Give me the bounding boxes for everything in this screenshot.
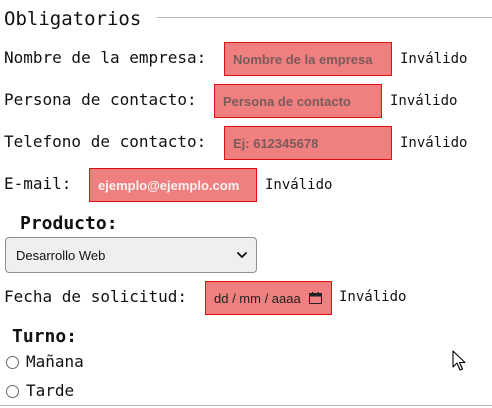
product-heading: Producto: (20, 213, 118, 234)
contact-person-input[interactable]: Persona de contacto (214, 84, 382, 118)
phone-label: Telefono de contacto: (4, 132, 207, 151)
contact-person-invalid: Inválido (390, 93, 458, 109)
fieldset-legend: Obligatorios (4, 8, 142, 30)
calendar-icon[interactable] (308, 292, 322, 304)
email-invalid: Inválido (265, 177, 333, 193)
request-date-label: Fecha de solicitud: (4, 287, 188, 306)
request-date-placeholder: dd / mm / aaaa (214, 290, 301, 306)
phone-invalid: Inválido (400, 135, 468, 151)
chevron-down-icon (237, 252, 247, 258)
fieldset-border-bottom (0, 405, 492, 406)
shift-morning-radio[interactable] (6, 356, 19, 369)
contact-person-label: Persona de contacto: (4, 90, 197, 109)
shift-heading: Turno: (12, 326, 78, 347)
email-label: E-mail: (4, 174, 72, 193)
product-select[interactable]: Desarrollo Web (5, 237, 257, 273)
company-name-invalid: Inválido (400, 51, 468, 67)
mouse-cursor-icon (452, 350, 466, 371)
email-input[interactable]: ejemplo@ejemplo.com (89, 168, 257, 202)
shift-afternoon-label: Tarde (26, 381, 75, 400)
fieldset-border-top (157, 17, 492, 18)
request-date-input[interactable]: dd / mm / aaaa (205, 281, 332, 315)
shift-morning-label: Mañana (26, 352, 84, 371)
product-select-value: Desarrollo Web (16, 247, 106, 263)
company-name-label: Nombre de la empresa: (4, 48, 207, 67)
company-name-input[interactable]: Nombre de la empresa (224, 42, 392, 76)
request-date-invalid: Inválido (339, 289, 407, 305)
shift-afternoon-radio[interactable] (6, 385, 19, 398)
phone-input[interactable]: Ej: 612345678 (224, 126, 392, 160)
